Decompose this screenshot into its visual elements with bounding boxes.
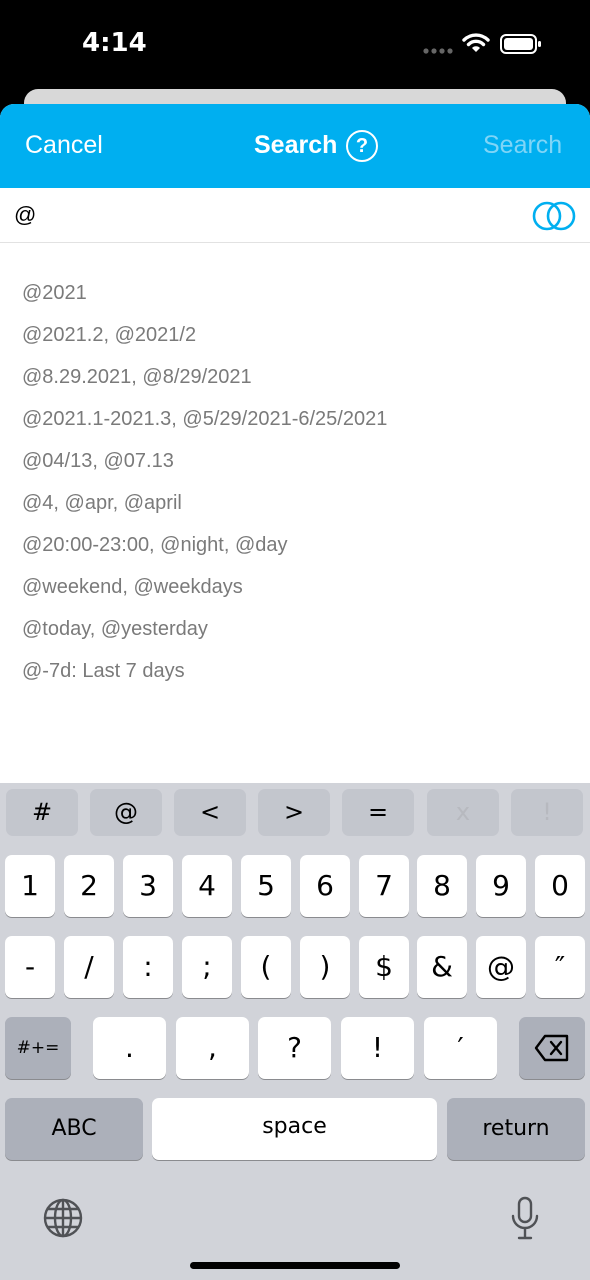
globe-icon[interactable] [42, 1197, 84, 1239]
key-1[interactable]: 1 [5, 855, 55, 917]
key-double-quote[interactable]: ″ [535, 936, 585, 998]
suggestion-item[interactable]: @20:00-23:00, @night, @day [22, 524, 387, 566]
key-exclamation-disabled: ! [511, 789, 583, 836]
return-key[interactable]: return [447, 1098, 585, 1160]
home-indicator [190, 1262, 400, 1269]
suggestion-item[interactable]: @2021.2, @2021/2 [22, 314, 387, 356]
key-5[interactable]: 5 [241, 855, 291, 917]
suggestion-item[interactable]: @2021.1-2021.3, @5/29/2021-6/25/2021 [22, 398, 387, 440]
suggestion-item[interactable]: @today, @yesterday [22, 608, 387, 650]
search-input[interactable] [14, 198, 514, 232]
search-button[interactable]: Search [483, 131, 562, 160]
key-close-paren[interactable]: ) [300, 936, 350, 998]
key-hash[interactable]: # [6, 789, 78, 836]
key-period[interactable]: . [93, 1017, 166, 1079]
key-equals[interactable]: = [342, 789, 414, 836]
key-9[interactable]: 9 [476, 855, 526, 917]
key-less-than[interactable]: < [174, 789, 246, 836]
suggestion-item[interactable]: @4, @apr, @april [22, 482, 387, 524]
battery-icon [500, 34, 541, 54]
suggestion-item[interactable]: @-7d: Last 7 days [22, 650, 387, 692]
key-dollar[interactable]: $ [359, 936, 409, 998]
key-slash[interactable]: / [64, 936, 114, 998]
page-title: Search [254, 131, 338, 159]
key-ampersand[interactable]: & [417, 936, 467, 998]
key-6[interactable]: 6 [300, 855, 350, 917]
key-8[interactable]: 8 [417, 855, 467, 917]
key-apostrophe[interactable]: ′ [424, 1017, 497, 1079]
status-bar: 4:14 [0, 0, 590, 90]
key-x-disabled: x [427, 789, 499, 836]
key-greater-than[interactable]: > [258, 789, 330, 836]
space-key[interactable]: space [152, 1098, 437, 1160]
key-colon[interactable]: : [123, 936, 173, 998]
nav-bar: Cancel Search ? Search [0, 104, 590, 188]
key-comma[interactable]: , [176, 1017, 249, 1079]
keyboard: # @ < > = x ! 1 2 3 4 5 6 7 8 9 0 - / : … [0, 783, 590, 1280]
key-hyphen[interactable]: - [5, 936, 55, 998]
backspace-key[interactable] [519, 1017, 585, 1079]
venn-toggle-icon[interactable] [530, 200, 578, 232]
key-question[interactable]: ? [258, 1017, 331, 1079]
backspace-icon [534, 1034, 569, 1062]
suggestion-item[interactable]: @04/13, @07.13 [22, 440, 387, 482]
cellular-signal-icon [423, 48, 453, 54]
key-open-paren[interactable]: ( [241, 936, 291, 998]
suggestion-item[interactable]: @8.29.2021, @8/29/2021 [22, 356, 387, 398]
suggestion-item[interactable]: @2021 [22, 272, 387, 314]
suggestion-item[interactable]: @weekend, @weekdays [22, 566, 387, 608]
key-semicolon[interactable]: ; [182, 936, 232, 998]
search-bar [0, 188, 590, 243]
wifi-icon [462, 33, 490, 52]
key-3[interactable]: 3 [123, 855, 173, 917]
key-at-sign[interactable]: @ [90, 789, 162, 836]
abc-key[interactable]: ABC [5, 1098, 143, 1160]
key-4[interactable]: 4 [182, 855, 232, 917]
symbols-toggle-key[interactable]: #+= [5, 1017, 71, 1079]
microphone-icon[interactable] [510, 1196, 540, 1242]
help-circle-icon[interactable]: ? [346, 130, 378, 162]
status-time: 4:14 [82, 28, 147, 58]
suggestion-list: @2021 @2021.2, @2021/2 @8.29.2021, @8/29… [22, 272, 387, 692]
key-0[interactable]: 0 [535, 855, 585, 917]
key-exclamation[interactable]: ! [341, 1017, 414, 1079]
key-7[interactable]: 7 [359, 855, 409, 917]
key-at[interactable]: @ [476, 936, 526, 998]
cancel-button[interactable]: Cancel [25, 131, 103, 160]
key-2[interactable]: 2 [64, 855, 114, 917]
